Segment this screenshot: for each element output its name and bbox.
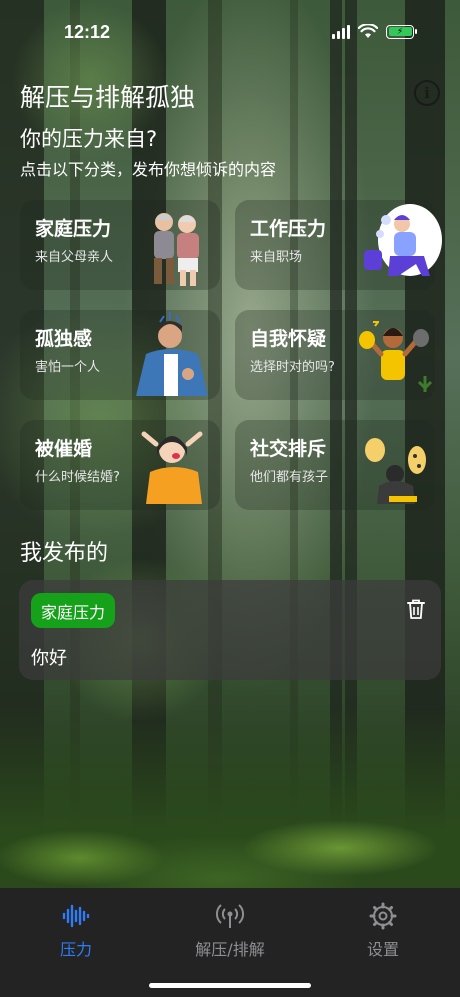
- category-title: 家庭压力: [35, 218, 112, 240]
- post-text: 你好: [31, 648, 67, 669]
- category-marriage-pressure[interactable]: 被催婚 什么时候结婚?: [20, 420, 220, 510]
- wifi-icon: [358, 24, 378, 38]
- home-indicator: [149, 983, 311, 988]
- category-subtitle: 来自父母亲人: [35, 250, 114, 265]
- tab-bar: 压力 解压/排解 设置: [0, 888, 460, 997]
- category-title: 孤独感: [35, 328, 93, 350]
- cellular-signal-icon: [332, 24, 350, 39]
- tab-label: 解压/排解: [195, 940, 265, 959]
- excluded-person-illustration: [365, 438, 426, 504]
- post-category-tag: 家庭压力: [31, 593, 116, 628]
- gear-icon: [369, 902, 397, 930]
- page-title: 解压与排解孤独: [20, 83, 196, 112]
- category-subtitle: 来自职场: [250, 250, 303, 265]
- trash-icon[interactable]: [406, 598, 426, 620]
- post-card[interactable]: 家庭压力 你好: [19, 580, 441, 680]
- instruction-text: 点击以下分类，发布你想倾诉的内容: [20, 160, 277, 179]
- tab-label: 设置: [366, 940, 399, 959]
- category-subtitle: 选择时对的吗?: [250, 360, 335, 375]
- tab-label: 压力: [59, 940, 92, 959]
- elderly-couple-illustration: [154, 213, 199, 286]
- category-family-pressure[interactable]: 家庭压力 来自父母亲人: [20, 200, 220, 290]
- category-title: 社交排斥: [250, 438, 327, 460]
- category-loneliness[interactable]: 孤独感 害怕一个人: [20, 310, 220, 400]
- waveform-icon: [62, 904, 90, 928]
- tab-relief[interactable]: 解压/排解: [175, 900, 285, 960]
- category-title: 工作压力: [250, 218, 327, 240]
- self-doubt-illustration: [359, 321, 433, 392]
- section-subtitle: 你的压力来自?: [20, 127, 158, 151]
- frustrated-woman-illustration: [141, 431, 203, 504]
- status-time: 12:12: [64, 22, 111, 42]
- battery-icon: ⚡: [386, 24, 417, 39]
- category-self-doubt[interactable]: 自我怀疑 选择时对的吗?: [235, 310, 435, 400]
- status-bar: 12:12 ⚡: [0, 0, 460, 64]
- category-subtitle: 什么时候结婚?: [35, 470, 120, 485]
- category-work-pressure[interactable]: 工作压力 来自职场: [235, 200, 442, 290]
- broadcast-icon: [215, 904, 245, 928]
- category-social-exclusion[interactable]: 社交排斥 他们都有孩子: [235, 420, 435, 510]
- tab-pressure[interactable]: 压力: [21, 900, 131, 960]
- info-icon[interactable]: i: [414, 80, 440, 106]
- category-title: 被催婚: [35, 438, 93, 460]
- tab-settings[interactable]: 设置: [328, 900, 438, 960]
- category-subtitle: 害怕一个人: [35, 360, 101, 375]
- category-title: 自我怀疑: [250, 328, 327, 350]
- category-subtitle: 他们都有孩子: [250, 470, 329, 485]
- stressed-worker-illustration: [364, 204, 442, 276]
- lonely-person-illustration: [136, 312, 208, 396]
- my-posts-heading: 我发布的: [20, 541, 109, 566]
